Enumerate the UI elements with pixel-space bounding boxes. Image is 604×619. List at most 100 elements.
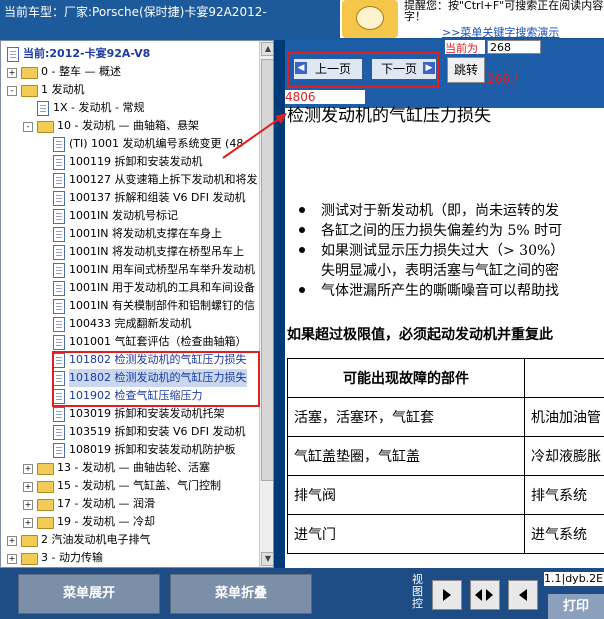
- tree-item-label: 1001IN 用于发动机的工具和车间设备: [69, 281, 255, 294]
- tree-item-label: 10 - 发动机 — 曲轴箱、悬架: [57, 119, 199, 132]
- folder-icon: [21, 85, 38, 97]
- menu-collapse-button[interactable]: 菜单折叠: [170, 574, 312, 614]
- tree-item-label: 103019 拆卸和安装发动机托架: [69, 407, 225, 420]
- table-cell: 冷却液膨胀: [524, 436, 604, 476]
- document-icon: [53, 335, 65, 350]
- document-icon: [53, 227, 65, 242]
- table-header-row: 可能出现故障的部件: [287, 358, 604, 398]
- folder-icon: [21, 67, 38, 79]
- table-cell: 进气系统: [524, 514, 604, 554]
- folder-icon: [37, 499, 54, 511]
- print-button[interactable]: 打印: [548, 594, 604, 619]
- document-icon: [53, 137, 65, 152]
- document-icon: [53, 155, 65, 170]
- annotation-red-box: [52, 351, 260, 407]
- tree-item-label: 1001IN 将发动机支撑在桥型吊车上: [69, 245, 244, 258]
- expand-icon[interactable]: +: [23, 500, 33, 510]
- menu-expand-button[interactable]: 菜单展开: [18, 574, 160, 614]
- right-arrow-icon: ▶: [423, 62, 435, 74]
- arrow-right-icon: [443, 589, 451, 601]
- folder-icon: [37, 481, 54, 493]
- document-icon: [37, 101, 49, 116]
- tree-item-label: 1 发动机: [41, 83, 85, 96]
- table-header-cell: [524, 358, 604, 398]
- arrow-left-icon: [519, 589, 527, 601]
- next-page-button[interactable]: 下一页 ▶: [371, 58, 437, 80]
- jump-button[interactable]: 跳转: [447, 57, 485, 83]
- prev-page-label: 上一页: [314, 62, 351, 76]
- view-left-button[interactable]: [508, 580, 538, 610]
- collapse-icon[interactable]: -: [23, 122, 33, 132]
- tree-item-label: 17 - 发动机 — 润滑: [57, 497, 155, 510]
- tree-item-label: 0 - 整车 — 概述: [41, 65, 121, 78]
- table-row: 排气阀 排气系统: [287, 475, 604, 515]
- expand-icon[interactable]: +: [7, 68, 17, 78]
- tree-item-label: 1001IN 有关模制部件和铝制螺钉的信: [69, 299, 255, 312]
- tree-item-label: 1001IN 用车间式桥型吊车举升发动机: [69, 263, 255, 276]
- document-icon: [53, 425, 65, 440]
- folder-icon: [37, 463, 54, 475]
- tree-item-label: 13 - 发动机 — 曲轴齿轮、活塞: [57, 461, 210, 474]
- document-icon: [53, 281, 65, 296]
- expand-icon[interactable]: +: [23, 482, 33, 492]
- collapse-icon[interactable]: -: [7, 86, 17, 96]
- document-icon: [53, 407, 65, 422]
- folder-icon: [21, 535, 38, 547]
- arrow-left-icon: [475, 589, 482, 601]
- tree-item-label: 101001 气缸套评估（检查曲轴箱）: [69, 335, 247, 348]
- table-cell: 活塞，活塞环，气缸套: [287, 397, 525, 437]
- helper-avatar-icon: [342, 0, 398, 38]
- fault-parts-table: 可能出现故障的部件 活塞，活塞环，气缸套 机油加油管 气缸盖垫圈，气缸盖 冷却液…: [287, 358, 604, 554]
- tree-item-label: 1X - 发动机 - 常规: [53, 101, 145, 114]
- table-cell: 排气阀: [287, 475, 525, 515]
- view-split-button[interactable]: [470, 580, 500, 610]
- expand-icon[interactable]: +: [23, 518, 33, 528]
- scroll-down-icon[interactable]: ▼: [261, 552, 273, 566]
- tree-item-label: 19 - 发动机 — 冷却: [57, 515, 155, 528]
- table-cell: 气缸盖垫圈，气缸盖: [287, 436, 525, 476]
- tree-root-label: 当前:2012-卡宴92A-V8: [23, 47, 151, 60]
- view-right-button[interactable]: [432, 580, 462, 610]
- hint-text-line-2: 字！: [404, 10, 426, 22]
- tree-item-label: 103519 拆卸和安装 V6 DFI 发动机: [69, 425, 246, 438]
- document-icon: [53, 317, 65, 332]
- current-vehicle-text: 当前车型：厂家:Porsche(保时捷)卡宴92A2012-: [4, 5, 267, 19]
- monitor-icon: [7, 47, 19, 62]
- hint-text-line-1: 提醒您：按"Ctrl+F"可搜索正在阅读内容的: [404, 0, 604, 12]
- current-page-label: 当前为: [445, 40, 485, 55]
- table-cell: 排气系统: [524, 475, 604, 515]
- arrow-right-icon: [486, 589, 493, 601]
- hint-text: 提醒您：按"Ctrl+F"可搜索正在阅读内容的 字！: [404, 0, 604, 22]
- menu-search-demo-link[interactable]: >>菜单关键字搜索演示: [442, 24, 602, 38]
- bottom-toolbar: 菜单展开 菜单折叠 视图控 1.1|dyb.2E 打印: [0, 568, 604, 619]
- expand-icon[interactable]: +: [7, 536, 17, 546]
- table-cell: 机油加油管: [524, 397, 604, 437]
- document-icon: [53, 245, 65, 260]
- document-icon: [53, 173, 65, 188]
- document-panel: 当前为 268 ◀ 上一页 下一页 ▶ 跳转 268 / 4806 检测发动机的…: [285, 40, 604, 568]
- table-header-cell: 可能出现故障的部件: [287, 358, 525, 398]
- table-row: 进气门 进气系统: [287, 514, 604, 554]
- table-row: 活塞，活塞环，气缸套 机油加油管: [287, 397, 604, 437]
- page-count: 268 /: [487, 72, 518, 86]
- page-total: 4806: [285, 90, 365, 104]
- annotation-arrow-icon: [222, 113, 287, 159]
- next-page-label: 下一页: [380, 62, 417, 76]
- document-icon: [53, 263, 65, 278]
- status-text: 1.1|dyb.2E: [544, 572, 604, 586]
- left-arrow-icon: ◀: [295, 62, 307, 74]
- view-control-label: 视图控: [412, 573, 423, 610]
- document-icon: [53, 209, 65, 224]
- table-cell: 进气门: [287, 514, 525, 554]
- expand-icon[interactable]: +: [23, 464, 33, 474]
- tree-item-label: 1001IN 发动机号标记: [69, 209, 178, 222]
- folder-icon: [21, 553, 38, 565]
- expand-icon[interactable]: +: [7, 554, 17, 564]
- scroll-up-icon[interactable]: ▲: [261, 42, 273, 56]
- prev-page-button[interactable]: ◀ 上一页: [293, 58, 363, 80]
- warning-text: 如果超过极限值，必须起动发动机并重复此: [287, 327, 553, 343]
- tree-item-label: 100433 完成翻新发动机: [69, 317, 192, 330]
- document-icon: [53, 443, 65, 458]
- tree-item-label: 3 - 动力传输: [41, 551, 103, 564]
- page-number-input[interactable]: 268: [487, 40, 541, 54]
